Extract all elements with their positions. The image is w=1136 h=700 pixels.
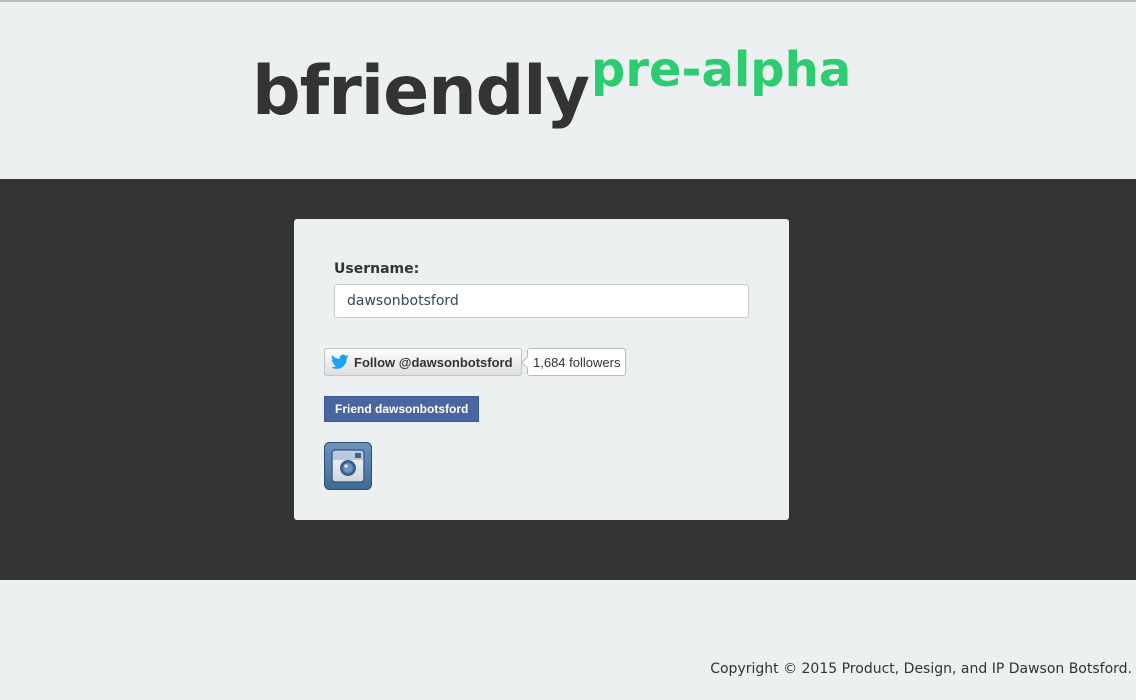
twitter-bird-icon <box>331 354 349 369</box>
instagram-button[interactable] <box>324 442 372 490</box>
brand-name: bfriendly <box>252 52 590 131</box>
username-label: Username: <box>334 261 420 277</box>
instagram-icon <box>324 442 372 490</box>
facebook-friend-button[interactable]: Friend dawsonbotsford <box>324 396 480 422</box>
twitter-follow-button[interactable]: Follow @dawsonbotsford <box>324 348 522 376</box>
username-input[interactable] <box>334 284 749 318</box>
brand-tag: pre-alpha <box>590 42 852 98</box>
twitter-follow-label: Follow @dawsonbotsford <box>354 354 513 370</box>
profile-card: Username: Follow @dawsonbotsford 1,684 f… <box>294 219 789 520</box>
twitter-followers-count[interactable]: 1,684 followers <box>527 348 627 376</box>
brand-logo: bfriendlypre-alpha <box>252 46 851 126</box>
copyright-text: Copyright © 2015 Product, Design, and IP… <box>710 661 1132 677</box>
facebook-friend-label: Friend dawsonbotsford <box>335 402 469 416</box>
twitter-followers-label: 1,684 followers <box>533 354 621 370</box>
header: bfriendlypre-alpha <box>0 2 1136 179</box>
